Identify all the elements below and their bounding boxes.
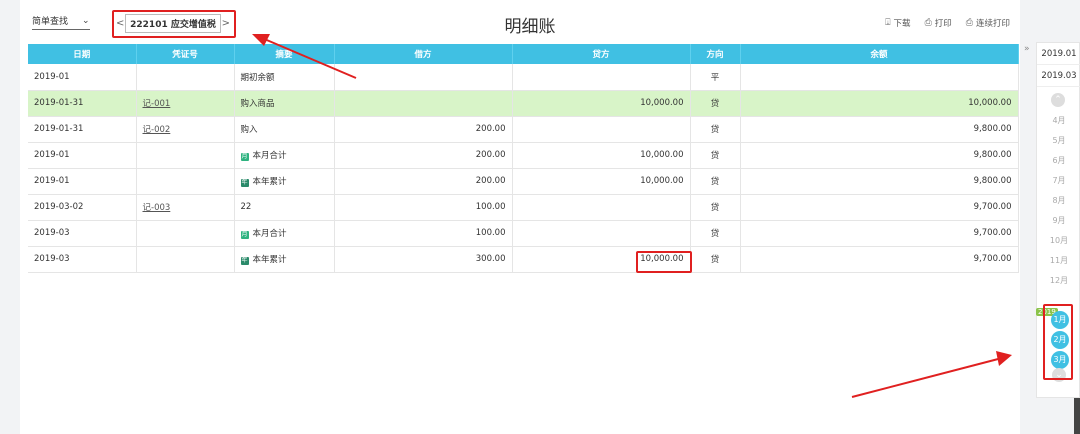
annotation-arrow-head (996, 351, 1012, 366)
app-window: 简单查找 ⌄ < 222101 应交增值税 > 明细账 ⍗ 下载 ⎙ 打印 ⎙ 连续打… (0, 0, 1080, 434)
annotation-arrow-line (261, 37, 357, 79)
annotation-arrows (252, 34, 1012, 398)
annotation-arrow-line (851, 357, 1003, 398)
